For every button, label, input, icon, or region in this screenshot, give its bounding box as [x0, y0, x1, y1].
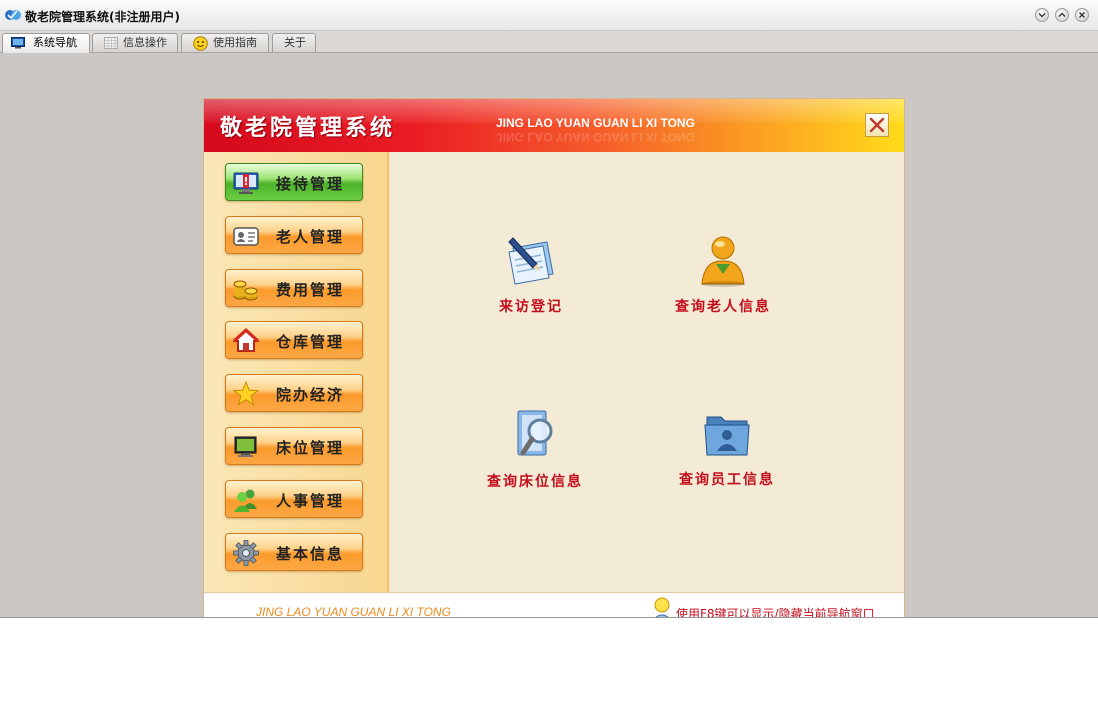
- shortcut-label: 查询老人信息: [675, 299, 771, 315]
- banner-subtitle: JING LAO YUAN GUAN LI XI TONG: [496, 116, 695, 130]
- sidebar-item-personnel[interactable]: 人事管理: [225, 480, 363, 518]
- navigation-panel: 敬老院管理系统 JING LAO YUAN GUAN LI XI TONG JI…: [203, 98, 905, 618]
- alert-monitor-icon: !: [233, 172, 259, 194]
- shortcut-visitor-registration[interactable]: 来访登记: [476, 234, 586, 316]
- sidebar-item-elderly[interactable]: 老人管理: [225, 216, 363, 254]
- footer-hint: 使用F8键可以显示/隐藏当前导航窗口: [676, 607, 875, 618]
- grid-icon: [104, 37, 118, 49]
- close-icon: [869, 117, 885, 133]
- sidebar-item-beds[interactable]: 床位管理: [225, 427, 363, 465]
- close-panel-button[interactable]: [865, 113, 889, 137]
- banner-subtitle-reflection: JING LAO YUAN GUAN LI XI TONG: [496, 130, 695, 144]
- sidebar-item-label: 院办经济: [276, 386, 345, 404]
- tab-info-operation[interactable]: 信息操作: [92, 33, 178, 52]
- banner-title: 敬老院管理系统: [220, 116, 396, 141]
- shortcut-label: 来访登记: [499, 299, 563, 315]
- tab-about[interactable]: 关于: [272, 33, 316, 52]
- coins-icon: [233, 280, 258, 301]
- shortcut-query-elderly[interactable]: 查询老人信息: [663, 234, 783, 316]
- magnifier-document-icon: [517, 410, 553, 456]
- window-title: 敬老院管理系统(非注册用户): [25, 10, 180, 24]
- sidebar-item-basic-info[interactable]: 基本信息: [225, 533, 363, 571]
- sidebar-item-warehouse[interactable]: 仓库管理: [225, 321, 363, 359]
- app-window: 敬老院管理系统(非注册用户) 系统导航 信息操作 使用指南 关于 敬老院管理系统…: [0, 0, 1098, 618]
- collapse-button[interactable]: [1035, 8, 1049, 22]
- banner: 敬老院管理系统 JING LAO YUAN GUAN LI XI TONG JI…: [204, 99, 904, 152]
- sidebar-item-reception[interactable]: ! 接待管理: [225, 163, 363, 201]
- gear-icon: [233, 540, 259, 566]
- close-icon: [1079, 12, 1085, 18]
- id-card-icon: [233, 227, 259, 246]
- sidebar-item-economy[interactable]: 院办经济: [225, 374, 363, 412]
- tab-bar: 系统导航 信息操作 使用指南 关于: [0, 31, 1098, 53]
- sidebar-item-label: 接待管理: [276, 175, 345, 193]
- panel-footer: JING LAO YUAN GUAN LI XI TONG 使用F8键可以显示/…: [204, 592, 904, 618]
- smiley-icon: [193, 36, 208, 51]
- tab-label: 系统导航: [33, 36, 77, 49]
- sidebar-item-label: 人事管理: [276, 492, 345, 510]
- star-icon: [233, 381, 259, 406]
- collapse-icon: [1038, 13, 1046, 18]
- folder-user-icon: [704, 416, 750, 456]
- shortcut-label: 查询员工信息: [679, 472, 775, 488]
- monitor-icon: [234, 436, 257, 457]
- sidebar-item-label: 仓库管理: [276, 333, 345, 351]
- sidebar-item-label: 床位管理: [276, 439, 345, 457]
- sidebar: ! 接待管理 老人管理 费用管理 仓库管理 院办经济 床位管理 人事管理 基本信…: [204, 152, 389, 592]
- sidebar-item-label: 费用管理: [276, 281, 345, 299]
- expand-button[interactable]: [1055, 8, 1069, 22]
- tab-label: 使用指南: [213, 36, 257, 49]
- tab-system-navigation[interactable]: 系统导航: [2, 33, 90, 53]
- sidebar-item-label: 基本信息: [276, 545, 345, 563]
- tab-label: 信息操作: [123, 36, 167, 49]
- notepad-pen-icon: [508, 237, 554, 285]
- house-icon: [233, 328, 259, 352]
- svg-text:!: !: [243, 175, 248, 188]
- shortcut-label: 查询床位信息: [487, 474, 583, 490]
- sidebar-item-expenses[interactable]: 费用管理: [225, 269, 363, 307]
- app-logo-icon: [5, 10, 21, 20]
- shortcut-query-beds[interactable]: 查询床位信息: [480, 407, 590, 491]
- monitor-icon: [11, 37, 25, 49]
- shortcut-query-staff[interactable]: 查询员工信息: [667, 407, 787, 489]
- expand-icon: [1058, 12, 1066, 17]
- footer-text: JING LAO YUAN GUAN LI XI TONG: [256, 605, 451, 618]
- sidebar-item-label: 老人管理: [276, 228, 345, 246]
- users-icon: [234, 489, 257, 512]
- tab-label: 关于: [284, 36, 306, 49]
- tab-user-guide[interactable]: 使用指南: [181, 33, 269, 52]
- bulb-icon: [654, 597, 670, 617]
- title-bar[interactable]: 敬老院管理系统(非注册用户): [0, 0, 1098, 31]
- person-icon: [701, 236, 745, 287]
- close-window-button[interactable]: [1075, 8, 1089, 22]
